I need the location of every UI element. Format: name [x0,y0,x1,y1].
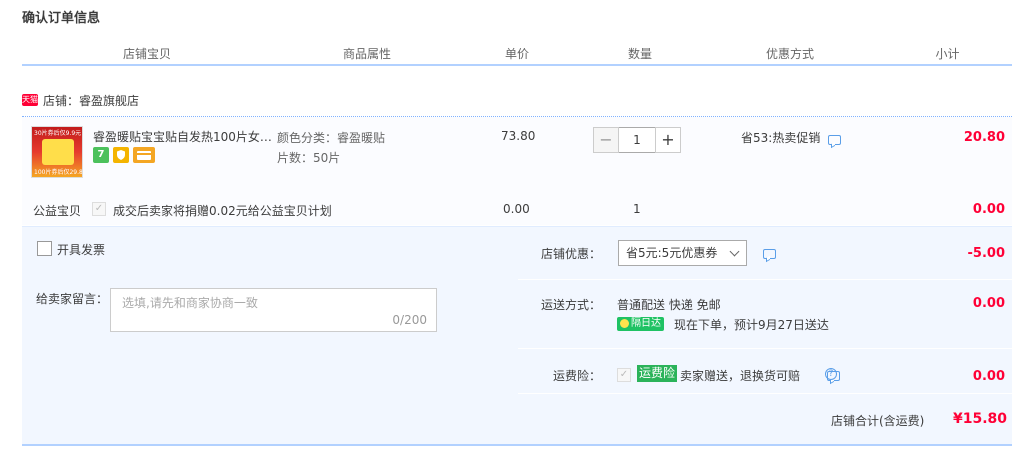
insurance-tag: 运费险 [637,365,678,382]
product-title-link[interactable]: 睿盈暖贴宝宝贴自发热100片女… [93,128,273,145]
header-divider [22,64,1012,66]
page-title: 确认订单信息 [22,11,101,26]
shop-total-label: 店铺合计(含运费) [831,414,925,428]
option-divider [518,279,1012,280]
insurance-checkbox: ✓ [617,368,631,382]
coupon-select[interactable]: 省5元:5元优惠券 [618,240,747,266]
charity-quantity: 1 [633,202,641,216]
insurance-description: 卖家赠送，退换货可赔 [680,369,801,383]
tmall-badge-icon: 天猫 [22,94,38,106]
shipping-method: 普通配送 快递 免邮 [617,298,721,312]
seven-day-return-icon[interactable]: 7 [93,147,109,163]
coupon-selected-value: 省5元:5元优惠券 [626,246,718,260]
option-divider [518,393,1012,394]
next-day-badge: 隔日达 [617,317,664,331]
quantity-input[interactable]: 1 [619,127,655,153]
coupon-chat-icon[interactable] [763,249,776,259]
total-divider [22,444,1012,446]
option-divider [518,348,1012,349]
column-header-quantity: 数量 [627,47,652,61]
shop-total-value: ¥15.80 [953,411,1008,427]
quantity-increase-button[interactable]: + [655,127,681,153]
shop-row: 天猫 店铺：睿盈旗舰店 [22,90,139,110]
credit-card-icon[interactable] [133,147,155,163]
charity-label: 公益宝贝 [33,204,82,218]
charity-checkbox: ✓ [92,202,106,216]
thumbnail-promo-top: 30片券后仅9.9元 [34,130,82,137]
insurance-amount: 0.00 [972,369,1005,384]
message-label: 给卖家留言： [36,292,109,306]
charity-description: 成交后卖家将捐赠0.02元给公益宝贝计划 [113,204,332,218]
message-char-count: 0/200 [392,313,427,327]
promotion-info: 省53:热卖促销 [741,129,842,146]
column-header-item: 店铺宝贝 [122,47,171,61]
shipping-amount: 0.00 [972,296,1005,311]
quantity-decrease-button[interactable]: − [593,127,619,153]
charity-price: 0.00 [503,202,530,216]
product-pack-image [42,139,74,165]
quantity-stepper: − 1 + [593,127,681,153]
shipping-label: 运送方式： [541,298,602,312]
coupon-label: 店铺优惠： [541,247,602,261]
column-header-price: 单价 [504,47,529,61]
promotion-chat-icon[interactable] [828,134,842,145]
chevron-down-icon [729,246,740,257]
coupon-amount: -5.00 [967,246,1005,261]
charity-subtotal: 0.00 [972,202,1005,217]
service-badges: 7 [93,147,155,163]
attribute-count: 片数：50片 [277,151,341,165]
insurance-label: 运费险： [553,369,602,383]
promotion-label: 省53:热卖促销 [741,131,821,145]
unit-price: 73.80 [501,129,536,143]
column-header-discount: 优惠方式 [765,47,814,61]
column-header-subtotal: 小计 [935,47,960,61]
thumbnail-promo-bottom: 100片券后仅29.8元 [34,169,83,176]
item-subtotal: 20.80 [963,130,1005,145]
invoice-checkbox[interactable] [37,241,52,256]
guarantee-shield-icon[interactable] [113,147,129,163]
shop-name-link[interactable]: 店铺：睿盈旗舰店 [43,92,139,109]
column-header-attributes: 商品属性 [342,47,391,61]
invoice-label[interactable]: 开具发票 [57,241,105,258]
attribute-color: 颜色分类：睿盈暖贴 [277,131,386,145]
help-question-icon[interactable]: ? [825,368,837,380]
seller-message-textarea[interactable]: 选填,请先和商家协商一致 0/200 [110,288,437,332]
product-thumbnail[interactable]: 30片券后仅9.9元 100片券后仅29.8元 [31,126,83,178]
shipping-eta: 现在下单，预计9月27日送达 [674,318,829,332]
message-placeholder: 选填,请先和商家协商一致 [122,296,258,310]
